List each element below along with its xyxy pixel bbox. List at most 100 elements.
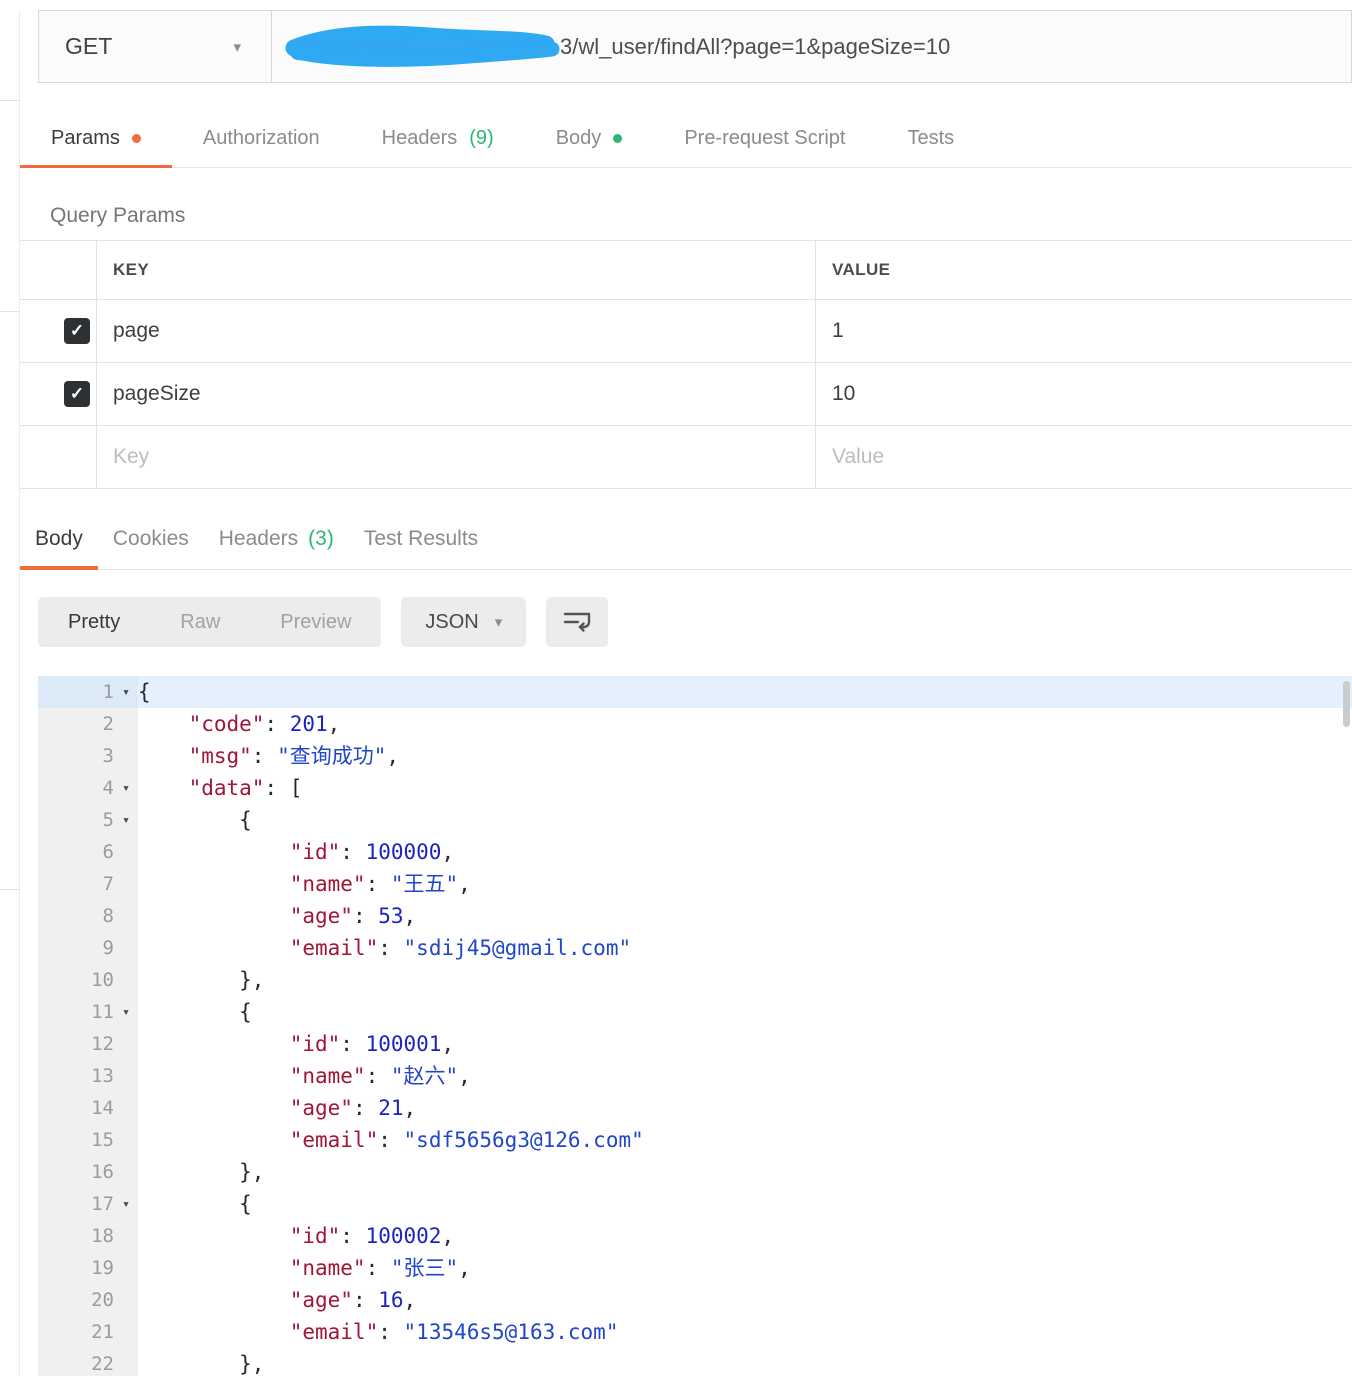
gutter-line: 19 [38, 1252, 138, 1284]
language-dropdown[interactable]: JSON ▾ [401, 597, 526, 647]
tab-body[interactable]: Body [525, 110, 654, 167]
params-active-dot [132, 134, 141, 143]
response-tab-headers-label: Headers [219, 527, 298, 551]
line-number: 10 [38, 969, 114, 991]
row-checkbox[interactable]: ✓ [64, 381, 90, 407]
tab-tests[interactable]: Tests [876, 110, 985, 167]
code-line: "name": "赵六", [138, 1060, 1352, 1092]
code-line: "email": "sdij45@gmail.com" [138, 932, 1352, 964]
gutter-line: 5▾ [38, 804, 138, 836]
line-number: 9 [38, 937, 114, 959]
code-line: "age": 53, [138, 900, 1352, 932]
code-line: }, [138, 964, 1352, 996]
line-number: 13 [38, 1065, 114, 1087]
response-viewer-toolbar: Pretty Raw Preview JSON ▾ [38, 596, 1352, 648]
tab-authorization[interactable]: Authorization [172, 110, 351, 167]
fold-icon[interactable]: ▾ [114, 685, 138, 700]
response-tab-headers[interactable]: Headers (3) [204, 509, 349, 569]
gutter-line: 2 [38, 708, 138, 740]
line-number: 2 [38, 713, 114, 735]
line-number: 6 [38, 841, 114, 863]
fold-icon[interactable]: ▾ [114, 1197, 138, 1212]
code-line: "msg": "查询成功", [138, 740, 1352, 772]
check-icon: ✓ [70, 321, 84, 341]
param-placeholder-row: Key Value [20, 426, 1352, 489]
response-tab-test-results-label: Test Results [364, 527, 478, 551]
line-number: 11 [38, 1001, 114, 1023]
line-number: 5 [38, 809, 114, 831]
code-line: { [138, 1188, 1352, 1220]
tab-pre-request-label: Pre-request Script [684, 127, 845, 150]
param-value-cell[interactable]: 1 [815, 300, 1352, 362]
response-tab-test-results[interactable]: Test Results [349, 509, 493, 569]
param-key-cell[interactable]: pageSize [96, 363, 815, 425]
code-line: "email": "13546s5@163.com" [138, 1316, 1352, 1348]
method-dropdown[interactable]: GET ▾ [39, 11, 272, 82]
line-number: 14 [38, 1097, 114, 1119]
row-checkbox[interactable]: ✓ [64, 318, 90, 344]
param-row: ✓ pageSize 10 [20, 363, 1352, 426]
tab-params[interactable]: Params [20, 110, 172, 167]
sidebar-edge-divider [0, 889, 20, 890]
code-line: { [138, 676, 1352, 708]
tab-body-label: Body [556, 127, 602, 150]
fold-icon[interactable]: ▾ [114, 813, 138, 828]
line-number: 3 [38, 745, 114, 767]
code-gutter: 1▾234▾5▾67891011▾121314151617▾1819202122 [38, 676, 138, 1376]
param-key-cell[interactable]: page [96, 300, 815, 362]
scrollbar-thumb[interactable] [1343, 681, 1350, 727]
raw-button[interactable]: Raw [150, 597, 250, 647]
column-header-key: KEY [96, 241, 815, 299]
chevron-down-icon: ▾ [495, 613, 503, 631]
response-headers-count: (3) [308, 527, 334, 551]
tab-headers-label: Headers [382, 127, 458, 150]
query-params-title: Query Params [50, 204, 1352, 228]
url-text: 3/wl_user/findAll?page=1&pageSize=10 [560, 34, 950, 60]
line-number: 18 [38, 1225, 114, 1247]
placeholder-value-cell[interactable]: Value [815, 426, 1352, 488]
request-url-bar: GET ▾ 3/wl_user/findAll?page=1&pageSize=… [38, 10, 1352, 83]
preview-button[interactable]: Preview [250, 597, 381, 647]
checkbox-column-header [20, 241, 96, 299]
gutter-line: 13 [38, 1060, 138, 1092]
code-line: }, [138, 1348, 1352, 1376]
wrap-text-button[interactable] [546, 597, 608, 647]
code-line: "code": 201, [138, 708, 1352, 740]
placeholder-key-cell[interactable]: Key [96, 426, 815, 488]
code-line: "name": "张三", [138, 1252, 1352, 1284]
code-editor[interactable]: { "code": 201, "msg": "查询成功", "data": [ … [138, 676, 1352, 1376]
param-row: ✓ page 1 [20, 300, 1352, 363]
response-tab-body-label: Body [35, 527, 83, 551]
gutter-line: 4▾ [38, 772, 138, 804]
line-number: 20 [38, 1289, 114, 1311]
fold-icon[interactable]: ▾ [114, 1005, 138, 1020]
code-line: "age": 21, [138, 1092, 1352, 1124]
gutter-line: 8 [38, 900, 138, 932]
gutter-line: 6 [38, 836, 138, 868]
response-body-panel: 1▾234▾5▾67891011▾121314151617▾1819202122… [0, 676, 1352, 1376]
url-input[interactable]: 3/wl_user/findAll?page=1&pageSize=10 [272, 11, 1351, 82]
gutter-line: 14 [38, 1092, 138, 1124]
param-value-cell[interactable]: 10 [815, 363, 1352, 425]
fold-icon[interactable]: ▾ [114, 781, 138, 796]
empty-checkbox-cell [20, 426, 96, 488]
gutter-line: 3 [38, 740, 138, 772]
gutter-line: 17▾ [38, 1188, 138, 1220]
tab-headers[interactable]: Headers (9) [351, 110, 525, 167]
tab-pre-request-script[interactable]: Pre-request Script [653, 110, 876, 167]
tab-authorization-label: Authorization [203, 127, 320, 150]
line-number: 17 [38, 1193, 114, 1215]
gutter-line: 18 [38, 1220, 138, 1252]
response-tab-cookies-label: Cookies [113, 527, 189, 551]
gutter-line: 9 [38, 932, 138, 964]
line-number: 12 [38, 1033, 114, 1055]
code-line: "data": [ [138, 772, 1352, 804]
response-tab-cookies[interactable]: Cookies [98, 509, 204, 569]
line-number: 15 [38, 1129, 114, 1151]
params-table: KEY VALUE ✓ page 1 ✓ pageSize 10 Key Val… [20, 240, 1352, 489]
language-label: JSON [425, 611, 478, 634]
line-number: 4 [38, 777, 114, 799]
response-tabs: Body Cookies Headers (3) Test Results [0, 509, 1352, 570]
response-tab-body[interactable]: Body [20, 509, 98, 569]
pretty-button[interactable]: Pretty [38, 597, 150, 647]
